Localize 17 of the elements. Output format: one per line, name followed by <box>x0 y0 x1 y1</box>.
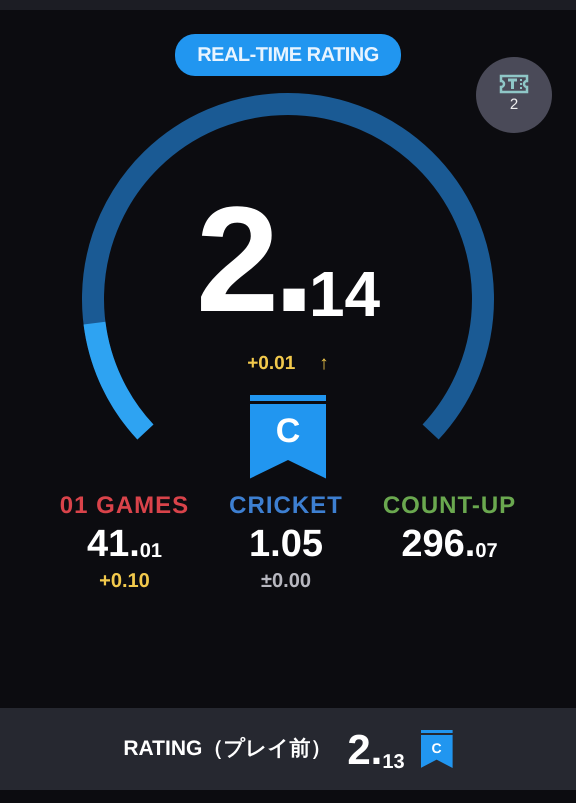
stat-value: 296.07 <box>401 524 498 566</box>
stat-value: 1.05 <box>249 524 323 566</box>
rating-change: +0.01 <box>247 352 296 376</box>
game-mode-label: COUNT-UP <box>382 491 516 521</box>
rank-ribbon: C <box>250 394 326 478</box>
stat-change: +0.10 <box>99 568 150 594</box>
up-arrow-icon: ↑ <box>319 350 329 378</box>
game-mode-label: CRICKET <box>229 491 343 521</box>
rank-ribbon: C <box>420 730 453 768</box>
rating-title-pill: REAL-TIME RATING <box>175 34 401 76</box>
rating-value: 2.14 <box>196 184 380 334</box>
stat-change: ±0.00 <box>261 568 311 594</box>
game-mode-label: 01 GAMES <box>60 491 190 521</box>
stat-value: 41.01 <box>86 524 162 566</box>
rating-label: RATING（プレイ前） <box>123 736 332 762</box>
ticket-icon <box>499 74 529 94</box>
ticket-button[interactable]: 2 <box>476 57 552 133</box>
